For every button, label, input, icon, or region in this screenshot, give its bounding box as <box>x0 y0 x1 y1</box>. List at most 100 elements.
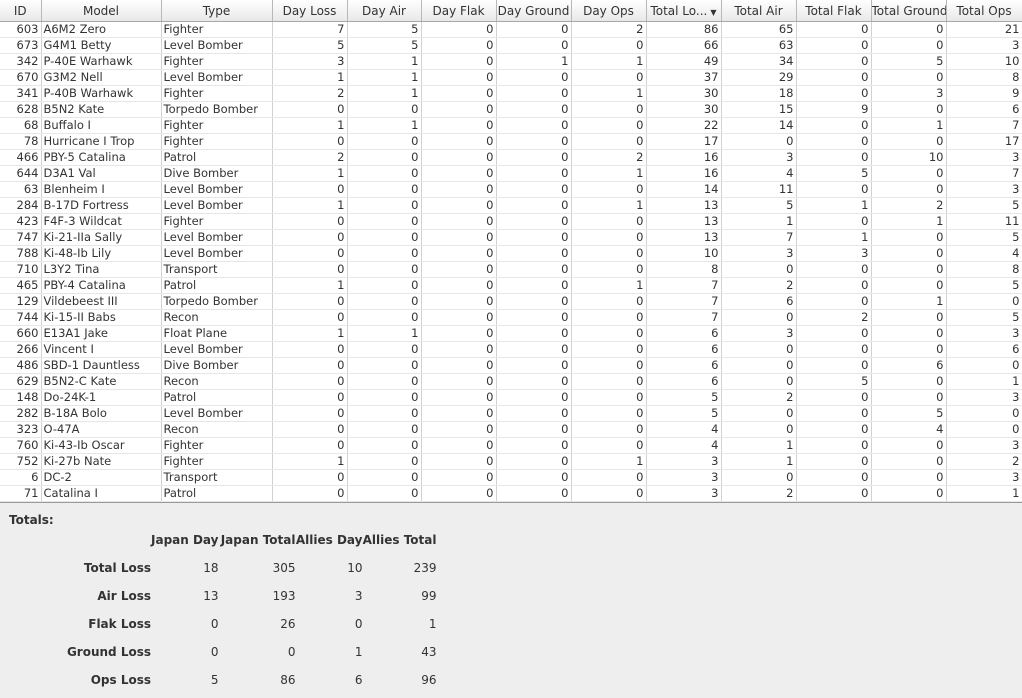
table-cell: 3 <box>721 325 797 342</box>
table-cell: 0 <box>347 405 422 422</box>
table-cell: 15 <box>721 101 797 118</box>
table-cell: 6 <box>946 341 1022 358</box>
column-header-total-lo[interactable]: Total Lo... ▼ <box>646 0 722 22</box>
table-row[interactable]: 68 Buffalo I Fighter 1 1 0 0 0 22 14 0 1 7 <box>0 117 1022 134</box>
table-cell: 673 <box>0 37 42 54</box>
table-row[interactable]: 129 Vildebeest III Torpedo Bomber 0 0 0 0 0 7 6 0 1… <box>0 293 1022 310</box>
table-cell: 0 <box>496 453 572 470</box>
table-row[interactable]: 670 G3M2 Nell Level Bomber 1 1 0 0 0 37 29 0 0 8 <box>0 69 1022 86</box>
table-cell: 0 <box>496 293 572 310</box>
losses-table-panel[interactable]: ID Model Type Day Loss Day Air Day Flak Day Gr… <box>0 0 1022 503</box>
table-row[interactable]: 673 G4M1 Betty Level Bomber 5 5 0 0 0 66 63 0 0 3 <box>0 37 1022 54</box>
totals-row-label: Ops Loss <box>90 673 151 687</box>
table-cell: 30 <box>646 101 722 118</box>
table-cell: Recon <box>161 309 273 326</box>
table-cell: 0 <box>571 469 647 486</box>
table-row[interactable]: 788 Ki-48-Ib Lily Level Bomber 0 0 0 0 0 10 3 3 0 4 <box>0 245 1022 262</box>
table-row[interactable]: 341 P-40B Warhawk Fighter 2 1 0 0 1 30 18 0 3 9 <box>0 85 1022 102</box>
column-header-total-flak[interactable]: Total Flak <box>796 0 872 22</box>
table-cell: 4 <box>721 165 797 182</box>
table-cell: 0 <box>946 405 1022 422</box>
table-cell: 0 <box>496 437 572 454</box>
table-cell: 0 <box>347 229 422 246</box>
table-cell: Fighter <box>161 437 273 454</box>
table-cell: 0 <box>571 421 647 438</box>
table-cell: Level Bomber <box>161 245 273 262</box>
table-cell: G3M2 Nell <box>41 69 162 86</box>
table-cell: Ki-15-II Babs <box>41 309 162 326</box>
table-row[interactable]: 63 Blenheim I Level Bomber 0 0 0 0 0 14 11 0 0 3 <box>0 181 1022 198</box>
table-row[interactable]: 710 L3Y2 Tina Transport 0 0 0 0 0 8 0 0 0 8 <box>0 261 1022 278</box>
table-row[interactable]: 744 Ki-15-II Babs Recon 0 0 0 0 0 7 0 2 0 5 <box>0 309 1022 326</box>
table-cell: 0 <box>571 229 647 246</box>
column-header-type[interactable]: Type <box>161 0 273 22</box>
table-row[interactable]: 266 Vincent I Level Bomber 0 0 0 0 0 6 0 0 0 6 <box>0 341 1022 358</box>
table-row[interactable]: 747 Ki-21-IIa Sally Level Bomber 0 0 0 0 0 13 7 1 0… <box>0 229 1022 246</box>
table-cell: Patrol <box>161 277 273 294</box>
table-row[interactable]: 760 Ki-43-Ib Oscar Fighter 0 0 0 0 0 4 1 0 0 3 <box>0 437 1022 454</box>
table-cell: 5 <box>946 277 1022 294</box>
column-header-total-air[interactable]: Total Air <box>721 0 797 22</box>
column-header-total-ops[interactable]: Total Ops <box>946 0 1022 22</box>
table-row[interactable]: 660 E13A1 Jake Float Plane 1 1 0 0 0 6 3 0 0 3 <box>0 325 1022 342</box>
table-row[interactable]: 466 PBY-5 Catalina Patrol 2 0 0 0 2 16 3 0 10 3 <box>0 149 1022 166</box>
table-row[interactable]: 486 SBD-1 Dauntless Dive Bomber 0 0 0 0 0 6 0 0 6 0 <box>0 357 1022 374</box>
column-header-day-air[interactable]: Day Air <box>347 0 422 22</box>
table-row[interactable]: 78 Hurricane I Trop Fighter 0 0 0 0 0 17 0 0 0 17 <box>0 133 1022 150</box>
column-header-day-ground[interactable]: Day Ground <box>496 0 572 22</box>
table-cell: 0 <box>796 485 872 502</box>
column-header-model[interactable]: Model <box>41 0 162 22</box>
totals-value: 0 <box>287 645 296 659</box>
table-cell: 1 <box>272 325 348 342</box>
table-cell: 0 <box>571 181 647 198</box>
table-row[interactable]: 323 O-47A Recon 0 0 0 0 0 4 0 0 4 0 <box>0 421 1022 438</box>
table-cell: 0 <box>347 261 422 278</box>
table-row[interactable]: 71 Catalina I Patrol 0 0 0 0 0 3 2 0 0 1 <box>0 485 1022 502</box>
column-header-label: Total Flak <box>805 3 862 18</box>
column-header-label: Type <box>202 3 231 18</box>
table-row[interactable]: 282 B-18A Bolo Level Bomber 0 0 0 0 0 5 0 0 5 0 <box>0 405 1022 422</box>
table-row[interactable]: 628 B5N2 Kate Torpedo Bomber 0 0 0 0 0 30 15 9 0 6 <box>0 101 1022 118</box>
table-cell: 1 <box>272 69 348 86</box>
totals-value: 239 <box>413 561 437 575</box>
table-cell: O-47A <box>41 421 162 438</box>
column-header-day-ops[interactable]: Day Ops <box>571 0 647 22</box>
table-cell: 0 <box>421 469 497 486</box>
table-cell: 0 <box>946 293 1022 310</box>
table-cell: 1 <box>721 437 797 454</box>
table-cell: 0 <box>347 101 422 118</box>
totals-value: 193 <box>272 589 296 603</box>
column-header-day-loss[interactable]: Day Loss <box>272 0 348 22</box>
table-cell: G4M1 Betty <box>41 37 162 54</box>
totals-header-japan-day: Japan Day <box>151 533 219 547</box>
table-row[interactable]: 644 D3A1 Val Dive Bomber 1 0 0 0 1 16 4 5 0 7 <box>0 165 1022 182</box>
table-row[interactable]: 342 P-40E Warhawk Fighter 3 1 0 1 1 49 34 0 5 10 <box>0 53 1022 70</box>
table-cell: 0 <box>421 101 497 118</box>
table-cell: 0 <box>796 293 872 310</box>
column-header-id[interactable]: ID <box>0 0 42 22</box>
table-row[interactable]: 603 A6M2 Zero Fighter 7 5 0 0 2 86 65 0 0 21 <box>0 21 1022 38</box>
table-row[interactable]: 629 B5N2-C Kate Recon 0 0 0 0 0 6 0 5 0 1 <box>0 373 1022 390</box>
column-header-day-flak[interactable]: Day Flak <box>421 0 497 22</box>
table-row[interactable]: 752 Ki-27b Nate Fighter 1 0 0 0 1 3 1 0 0 2 <box>0 453 1022 470</box>
table-cell: 49 <box>646 53 722 70</box>
table-row[interactable]: 423 F4F-3 Wildcat Fighter 0 0 0 0 0 13 1 0 1 11 <box>0 213 1022 230</box>
column-header-total-ground[interactable]: Total Ground <box>871 0 947 22</box>
table-cell: 2 <box>721 485 797 502</box>
table-cell: 0 <box>272 405 348 422</box>
table-cell: 3 <box>721 149 797 166</box>
table-cell: 0 <box>421 69 497 86</box>
table-cell: 0 <box>796 181 872 198</box>
table-row[interactable]: 284 B-17D Fortress Level Bomber 1 0 0 0 1 13 5 1 2 5 <box>0 197 1022 214</box>
table-cell: 7 <box>646 293 722 310</box>
table-cell: 0 <box>347 341 422 358</box>
totals-header-row: Japan Day Japan Total Allies Day Allies Tot… <box>0 526 436 554</box>
table-cell: 1 <box>347 117 422 134</box>
table-cell: 7 <box>946 165 1022 182</box>
table-cell: 0 <box>871 485 947 502</box>
table-cell: 284 <box>0 197 42 214</box>
table-row[interactable]: 465 PBY-4 Catalina Patrol 1 0 0 0 1 7 2 0 0 5 <box>0 277 1022 294</box>
table-row[interactable]: 148 Do-24K-1 Patrol 0 0 0 0 0 5 2 0 0 3 <box>0 389 1022 406</box>
table-row[interactable]: 6 DC-2 Transport 0 0 0 0 0 3 0 0 0 3 <box>0 469 1022 486</box>
table-cell: Recon <box>161 421 273 438</box>
